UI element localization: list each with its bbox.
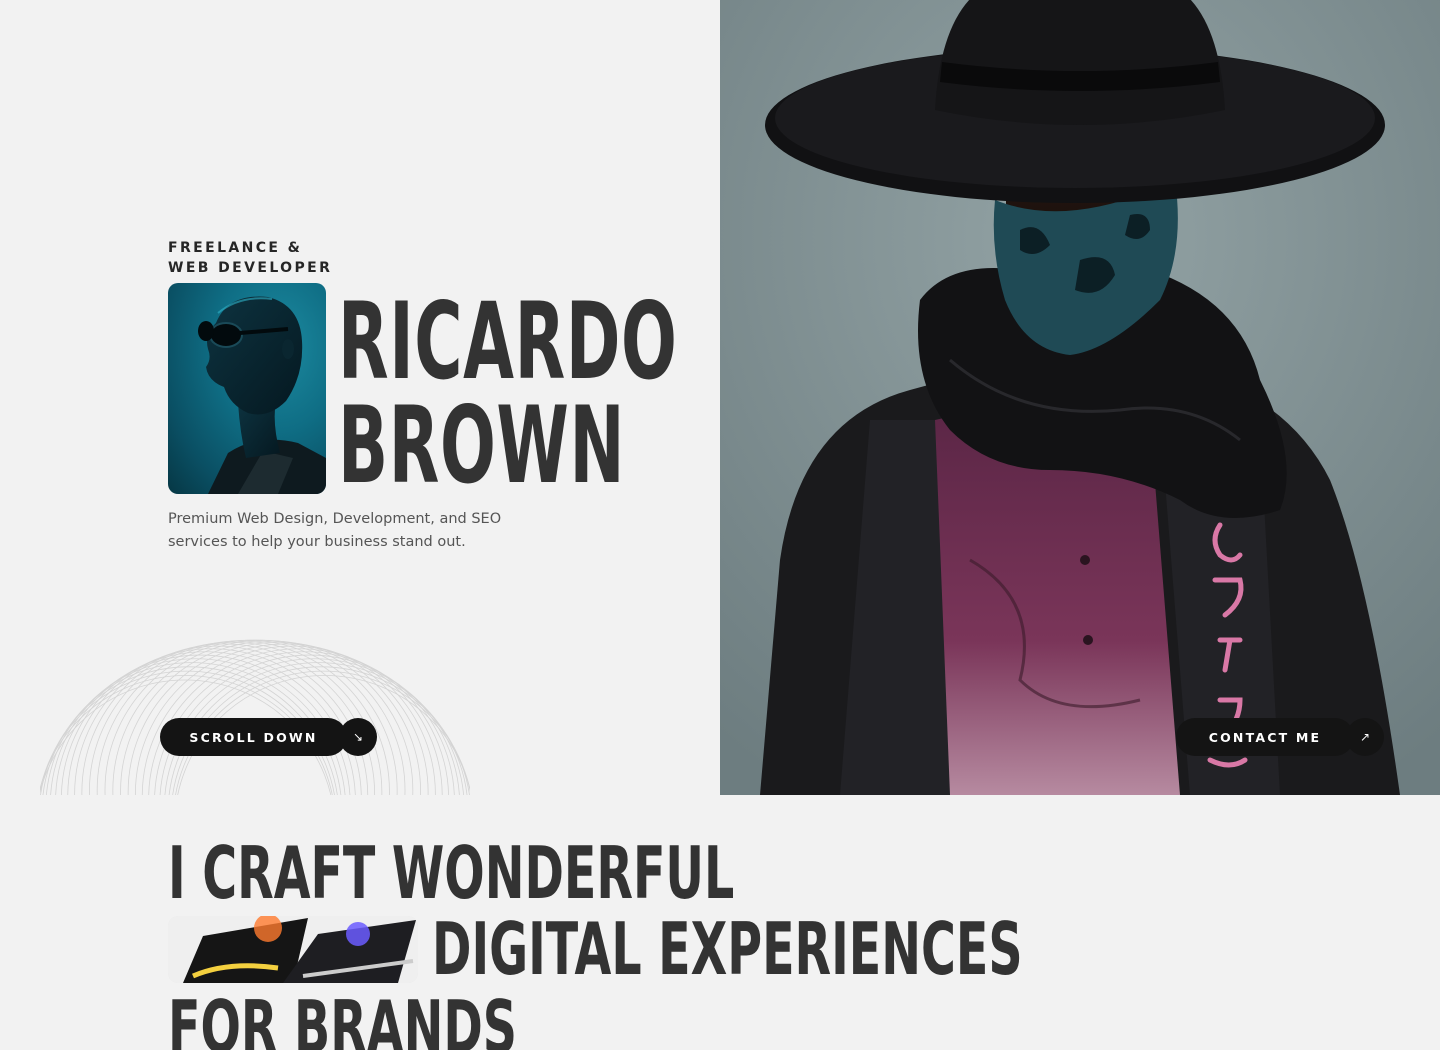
scroll-down-label: SCROLL DOWN <box>160 718 347 756</box>
project-thumbnail-image <box>168 916 418 983</box>
craft-line-2: DIGITAL EXPERIENCES <box>432 907 1023 991</box>
hero-tagline: Premium Web Design, Development, and SEO… <box>168 511 502 550</box>
contact-me-label: CONTACT ME <box>1176 718 1354 756</box>
hero-name-heading: RICARDO BROWN <box>338 280 678 507</box>
small-portrait-image <box>168 283 326 494</box>
craft-line-3: FOR BRANDS <box>168 985 518 1050</box>
hero-photo <box>720 0 1440 795</box>
contact-me-button[interactable]: CONTACT ME ↗ <box>1176 718 1384 756</box>
arrow-up-right-icon: ↗ <box>1346 718 1384 756</box>
scroll-down-button[interactable]: SCROLL DOWN ↘ <box>160 718 377 756</box>
craft-line-1: I CRAFT WONDERFUL <box>168 831 735 915</box>
eyebrow-line-1: FREELANCE & <box>168 240 303 256</box>
hero-eyebrow: FREELANCE & WEB DEVELOPER <box>168 238 332 278</box>
name-last: BROWN <box>338 384 626 507</box>
name-first: RICARDO <box>338 280 678 403</box>
arrow-down-right-icon: ↘ <box>339 718 377 756</box>
decorative-line-pattern <box>40 639 470 795</box>
eyebrow-line-2: WEB DEVELOPER <box>168 260 333 276</box>
